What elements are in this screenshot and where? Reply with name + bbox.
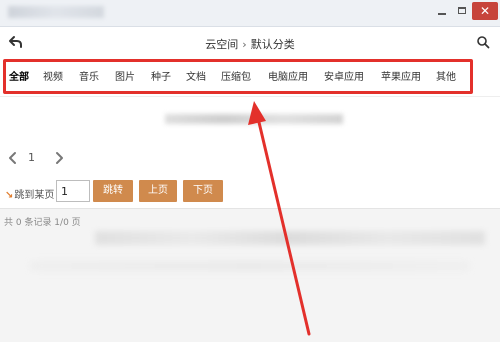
breadcrumb-parent[interactable]: 云空间 bbox=[205, 38, 238, 51]
maximize-icon[interactable] bbox=[452, 2, 472, 20]
window-titlebar: ✕ bbox=[0, 0, 500, 27]
status-bar: 共 0 条记录 1/0 页 bbox=[0, 208, 500, 342]
chevron-right-icon[interactable] bbox=[50, 149, 68, 167]
page-number-input[interactable] bbox=[56, 180, 90, 202]
window-title-blurred bbox=[8, 6, 104, 18]
breadcrumb-separator: › bbox=[242, 38, 247, 51]
blurred-footer-text bbox=[95, 231, 485, 245]
page-header: 云空间 › 默认分类 bbox=[0, 27, 500, 59]
jump-label: ↘跳到某页 bbox=[5, 186, 54, 201]
jump-to-page-row: ↘跳到某页 跳转 上页 下页 bbox=[0, 180, 500, 206]
blurred-footer-text-2 bbox=[30, 262, 470, 270]
minimize-icon[interactable] bbox=[432, 2, 452, 20]
breadcrumb-current: 默认分类 bbox=[250, 38, 295, 51]
chevron-left-icon[interactable] bbox=[4, 149, 22, 167]
search-icon[interactable] bbox=[476, 35, 490, 49]
record-count-status: 共 0 条记录 1/0 页 bbox=[4, 218, 81, 228]
jump-label-text: 跳到某页 bbox=[14, 190, 55, 201]
next-page-button[interactable]: 下页 bbox=[183, 180, 223, 202]
go-button[interactable]: 跳转 bbox=[93, 180, 133, 202]
tabs-highlight-box bbox=[3, 59, 473, 94]
close-icon[interactable]: ✕ bbox=[472, 2, 498, 20]
current-page-number[interactable]: 1 bbox=[28, 151, 35, 164]
blurred-message bbox=[165, 114, 343, 124]
jump-arrow-icon: ↘ bbox=[5, 190, 14, 201]
previous-page-button[interactable]: 上页 bbox=[139, 180, 177, 202]
tabs-divider bbox=[0, 96, 500, 97]
breadcrumb: 云空间 › 默认分类 bbox=[0, 36, 500, 52]
